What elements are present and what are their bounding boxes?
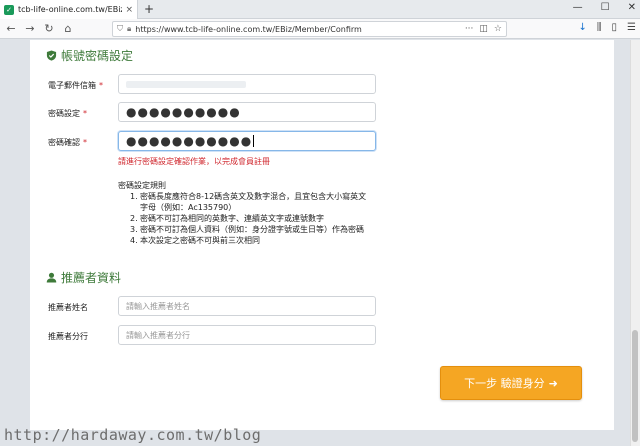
password-value: ●●●●●●●●●●	[126, 105, 241, 119]
referrer-name-placeholder: 請輸入推薦者姓名	[126, 301, 190, 311]
tab-title: tcb-life-online.com.tw/EBiz/M	[18, 5, 122, 14]
rule-number: 1.	[130, 192, 138, 201]
site-favicon-icon: ✓	[4, 4, 14, 15]
menu-icon[interactable]: ☰	[627, 22, 636, 33]
pocket-icon[interactable]: ◫	[479, 24, 488, 34]
referrer-name-label: 推薦者姓名	[48, 303, 88, 312]
next-verify-button[interactable]: 下一步 驗證身分 ➜	[440, 366, 582, 400]
referrer-branch-label: 推薦者分行	[48, 332, 88, 341]
page-scrollbar[interactable]	[630, 40, 640, 446]
rule-item: 2. 密碼不可訂為相同的英數字、連續英文字或連號數字	[130, 213, 380, 224]
page-viewport: 帳號密碼設定 電子郵件信箱 * 密碼設定 * ●●●●●●●●●● 密碼確認 * ●●…	[0, 40, 630, 446]
lock-icon[interactable]: 🔒︎	[127, 24, 131, 34]
minimize-icon[interactable]: —	[573, 2, 583, 13]
home-icon[interactable]: ⌂	[60, 22, 76, 35]
email-label-text: 電子郵件信箱	[48, 81, 96, 90]
form-card: 帳號密碼設定 電子郵件信箱 * 密碼設定 * ●●●●●●●●●● 密碼確認 * ●●…	[30, 40, 614, 430]
browser-tab[interactable]: ✓ tcb-life-online.com.tw/EBiz/M ×	[0, 0, 138, 19]
url-text[interactable]: https://www.tcb-life-online.com.tw/EBiz/…	[135, 25, 465, 34]
reload-icon[interactable]: ↻	[41, 22, 57, 35]
sidebar-icon[interactable]: ▯	[612, 22, 618, 33]
password-field[interactable]: ●●●●●●●●●●	[118, 102, 376, 122]
referrer-name-input[interactable]: 請輸入推薦者姓名	[118, 296, 376, 316]
toolbar-right: ↓ ⫼ ▯ ☰	[579, 22, 636, 33]
shield-check-icon	[46, 50, 57, 61]
referrer-section-label: 推薦者資料	[61, 271, 122, 285]
account-section-title: 帳號密碼設定	[46, 47, 133, 64]
confirm-password-value: ●●●●●●●●●●●	[126, 134, 253, 148]
confirm-password-label: 密碼確認 *	[48, 137, 87, 148]
url-bar[interactable]: ⛉ 🔒︎ https://www.tcb-life-online.com.tw/…	[112, 21, 507, 37]
confirm-password-field[interactable]: ●●●●●●●●●●●	[118, 131, 376, 151]
rules-list: 1. 密碼長度應符合8-12碼含英文及數字混合，且宜包含大小寫英文 字母（例如：Ac…	[130, 191, 380, 246]
email-field[interactable]	[118, 74, 376, 94]
close-window-icon[interactable]: ✕	[628, 2, 636, 13]
rules-title: 密碼設定規則	[118, 181, 166, 190]
rule-number: 3.	[130, 225, 138, 234]
rule-text: 本次設定之密碼不可與前三次相同	[140, 236, 260, 245]
rule-item: 4. 本次設定之密碼不可與前三次相同	[130, 235, 380, 246]
text-caret	[253, 135, 255, 147]
rule-text: 密碼長度應符合8-12碼含英文及數字混合，且宜包含大小寫英文	[140, 192, 367, 201]
shield-icon[interactable]: ⛉	[117, 24, 123, 34]
password-label: 密碼設定 *	[48, 108, 87, 119]
user-icon	[46, 272, 57, 283]
back-icon[interactable]: ←	[3, 22, 19, 35]
rule-text: 密碼不可訂為個人資料（例如：身分證字號或生日等）作為密碼	[140, 225, 364, 234]
required-mark: *	[83, 109, 87, 118]
close-tab-icon[interactable]: ×	[125, 5, 133, 15]
confirm-label-text: 密碼確認	[48, 138, 80, 147]
rule-text: 密碼不可訂為相同的英數字、連續英文字或連號數字	[140, 214, 324, 223]
required-mark: *	[83, 138, 87, 147]
referrer-branch-placeholder: 請輸入推薦者分行	[126, 330, 190, 340]
page-actions-icon[interactable]: ···	[465, 24, 474, 34]
account-section-label: 帳號密碼設定	[61, 49, 134, 63]
rule-item: 3. 密碼不可訂為個人資料（例如：身分證字號或生日等）作為密碼	[130, 224, 380, 235]
bookmark-star-icon[interactable]: ☆	[494, 24, 502, 34]
rule-number: 2.	[130, 214, 138, 223]
error-message: 請進行密碼設定確認作業，以完成會員註冊	[118, 157, 270, 166]
referrer-branch-input[interactable]: 請輸入推薦者分行	[118, 325, 376, 345]
download-icon[interactable]: ↓	[579, 22, 587, 33]
required-mark: *	[99, 81, 103, 90]
library-icon[interactable]: ⫼	[597, 22, 602, 33]
tab-bar: ✓ tcb-life-online.com.tw/EBiz/M × + — ☐ …	[0, 0, 640, 19]
referrer-section-title: 推薦者資料	[46, 269, 121, 286]
watermark: http://hardaway.com.tw/blog	[4, 426, 262, 444]
email-value-redacted	[126, 80, 246, 88]
rule-item: 1. 密碼長度應符合8-12碼含英文及數字混合，且宜包含大小寫英文 字母（例如：Ac…	[130, 191, 380, 213]
new-tab-button[interactable]: +	[144, 2, 154, 16]
arrow-right-icon: ➜	[548, 376, 558, 390]
window-controls: — ☐ ✕	[573, 2, 636, 13]
nav-bar: ← → ↻ ⌂ ⛉ 🔒︎ https://www.tcb-life-online…	[0, 19, 640, 39]
password-label-text: 密碼設定	[48, 109, 80, 118]
next-button-label: 下一步 驗證身分	[464, 377, 545, 390]
scrollbar-thumb[interactable]	[632, 330, 638, 442]
rule-text-cont: 字母（例如：Ac135790）	[140, 203, 237, 212]
maximize-icon[interactable]: ☐	[601, 2, 610, 13]
email-label: 電子郵件信箱 *	[48, 80, 103, 91]
forward-icon[interactable]: →	[22, 22, 38, 35]
rule-number: 4.	[130, 236, 138, 245]
